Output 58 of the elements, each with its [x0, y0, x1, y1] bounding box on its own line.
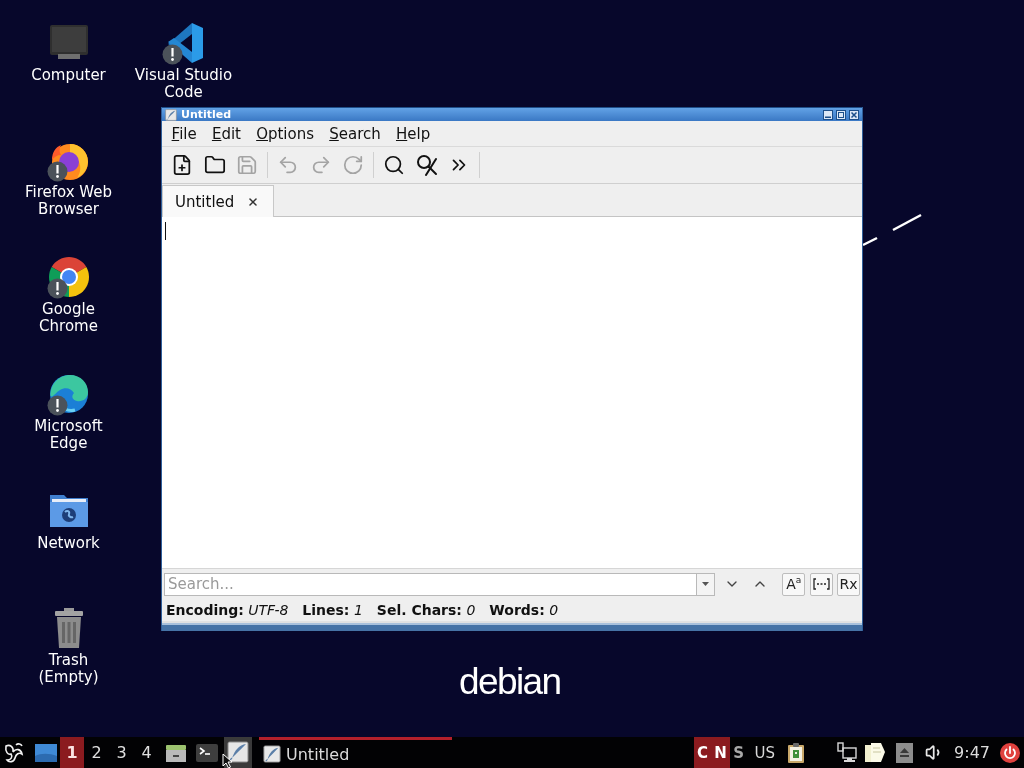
window-title: Untitled [181, 108, 232, 121]
new-file-icon[interactable] [171, 154, 193, 176]
lock-indicator: S [732, 742, 745, 764]
mouse-pointer-icon [222, 753, 234, 768]
browser-logo-icon[interactable] [46, 255, 91, 299]
search-field[interactable]: Search... [164, 572, 697, 596]
clipboard-icon[interactable] [787, 741, 806, 764]
close-icon[interactable] [247, 195, 260, 208]
logo-text: debian [459, 660, 561, 704]
icon-label[interactable]: Google Chrome [16, 301, 121, 335]
tab[interactable]: Untitled [162, 185, 275, 217]
menu-item[interactable]: Help [388, 123, 438, 144]
workspace-button[interactable]: 1 [60, 737, 84, 768]
regex-button[interactable]: Rx [837, 572, 860, 596]
status-text: Encoding: UTF-8 [166, 602, 289, 618]
desktop-icon[interactable] [35, 743, 57, 762]
menu-item[interactable]: Options [248, 123, 322, 144]
network-icon[interactable] [837, 741, 858, 764]
bracketed-dashes-icon [813, 578, 831, 590]
text-editor-field[interactable] [162, 217, 862, 568]
quill-document-icon [263, 745, 281, 763]
caret-icon [702, 582, 710, 586]
icon-label[interactable]: Trash (Empty) [16, 652, 121, 686]
icon-label[interactable]: Network [37, 535, 100, 552]
workspace-button[interactable]: 3 [109, 737, 134, 768]
maximize-icon[interactable] [836, 109, 846, 120]
menu-item[interactable]: File [164, 123, 205, 144]
match-case-button[interactable]: A$^{a}$ [782, 572, 806, 596]
icon-label[interactable]: Microsoft Edge [16, 418, 121, 452]
close-icon[interactable] [849, 109, 859, 120]
browser-logo-icon[interactable] [46, 372, 91, 416]
text-cursor-icon [165, 222, 166, 240]
status-text: Words: 0 [489, 602, 559, 618]
whole-word-button[interactable] [810, 572, 834, 596]
minimize-icon[interactable] [823, 109, 833, 120]
start-menu-icon[interactable] [3, 740, 25, 765]
icon-label[interactable]: Computer [31, 67, 106, 84]
notes-icon[interactable] [863, 741, 888, 764]
workspace-button[interactable]: 4 [134, 737, 159, 768]
search-icon[interactable] [383, 154, 405, 176]
dashed-line-drawing [862, 212, 923, 247]
keyboard-layout-label[interactable]: US [754, 737, 776, 768]
workspace-button[interactable]: 2 [84, 737, 109, 768]
quill-document-icon[interactable] [224, 737, 252, 768]
dropdown-button[interactable] [696, 572, 716, 596]
code-editor-logo-icon[interactable] [161, 21, 206, 65]
icon-label[interactable]: Visual Studio Code [131, 67, 236, 101]
icon-label[interactable]: Firefox Web Browser [16, 184, 121, 218]
power-icon[interactable] [1000, 742, 1020, 763]
menu-item[interactable]: Search [321, 123, 389, 144]
menu-item[interactable]: Edit [204, 123, 249, 144]
status-text: Sel. Chars: 0 [376, 602, 476, 618]
status-text: Lines: 1 [302, 602, 363, 618]
folder-icon[interactable] [203, 154, 226, 176]
clock-label[interactable]: 9:47 [954, 737, 990, 768]
eject-icon[interactable] [896, 741, 914, 764]
lock-indicator: C [693, 737, 712, 768]
search-cross-icon[interactable] [415, 154, 438, 176]
